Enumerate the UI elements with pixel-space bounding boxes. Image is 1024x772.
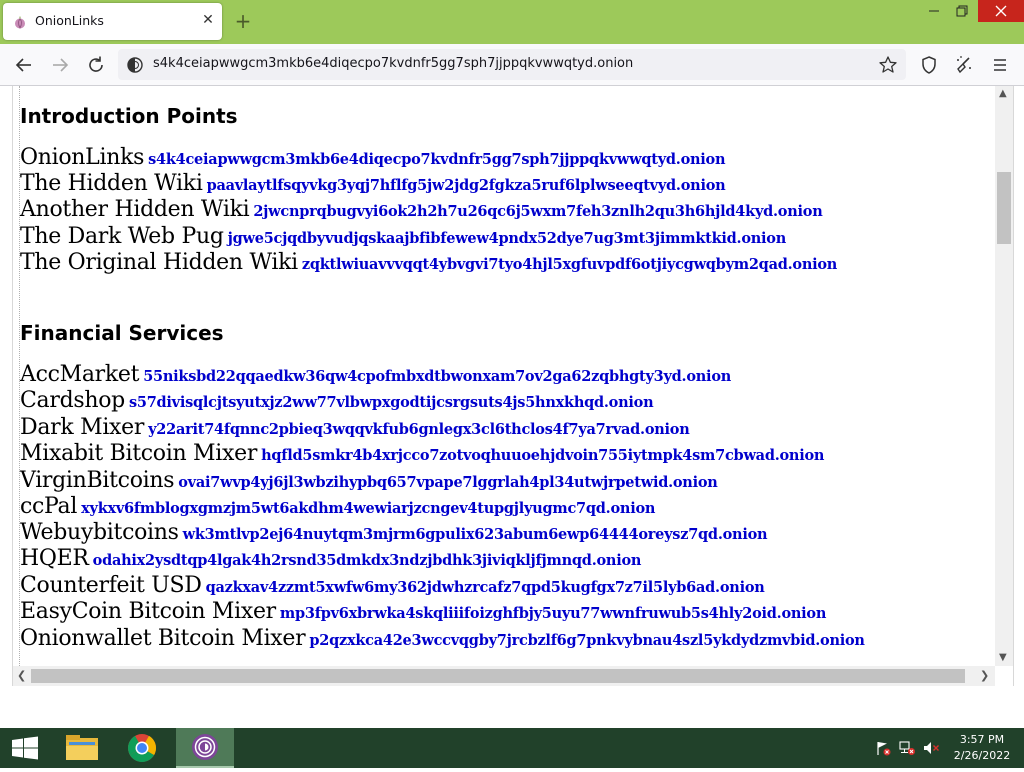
- windows-taskbar: 3:57 PM 2/26/2022: [0, 728, 1024, 768]
- onion-link[interactable]: qazkxav4zzmt5xwfw6my362jdwhzrcafz7qpd5ku…: [206, 579, 765, 596]
- list-item: AccMarket 55niksbd22qqaedkw36qw4cpofmbxdt…: [20, 362, 731, 388]
- onion-link[interactable]: paavlaytlfsqyvkg3yqj7hflfg5jw2jdg2fgkza5…: [207, 177, 726, 194]
- section-heading-financial-services: Financial Services: [20, 321, 224, 345]
- tor-browser-icon[interactable]: [176, 728, 234, 768]
- address-bar[interactable]: s4k4ceiapwwgcm3mkb6e4diqecpo7kvdnfr5gg7s…: [118, 49, 906, 80]
- onion-site-info-icon[interactable]: [127, 57, 143, 73]
- onion-link[interactable]: 55niksbd22qqaedkw36qw4cpofmbxdtbwonxam7o…: [143, 368, 731, 385]
- list-item: Mixabit Bitcoin Mixer hqfld5smkr4b4xrjcco…: [20, 441, 824, 467]
- list-item: Counterfeit USD qazkxav4zzmt5xwfw6my362jd…: [20, 573, 765, 599]
- entry-name: AccMarket: [20, 362, 140, 387]
- entry-name: VirginBitcoins: [20, 468, 175, 493]
- list-item: OnionLinks s4k4ceiapwwgcm3mkb6e4diqecpo7k…: [20, 145, 726, 171]
- list-item: Onionwallet Bitcoin Mixer p2qzxkca42e3wcc…: [20, 626, 865, 652]
- page-viewport: Introduction Points OnionLinks s4k4ceiapw…: [12, 86, 1014, 686]
- volume-muted-icon[interactable]: [922, 740, 940, 756]
- entry-name: Webuybitcoins: [20, 520, 179, 545]
- new-tab-plus-icon[interactable]: +: [232, 10, 254, 32]
- tab-close-icon[interactable]: ✕: [199, 11, 217, 29]
- list-item: Another Hidden Wiki 2jwcnprqbugvyi6ok2h2h…: [20, 197, 823, 223]
- list-item: Webuybitcoins wk3mtlvp2ej64nuytqm3mjrm6gp…: [20, 520, 768, 546]
- clock-date: 2/26/2022: [953, 749, 1011, 762]
- list-item: The Hidden Wiki paavlaytlfsqyvkg3yqj7hflf…: [20, 171, 726, 197]
- navigation-toolbar: s4k4ceiapwwgcm3mkb6e4diqecpo7kvdnfr5gg7s…: [0, 44, 1024, 86]
- list-item: The Original Hidden Wiki zqktlwiuavvvqqt4…: [20, 250, 837, 276]
- list-item: Dark Mixer y22arit74fqnnc2pbieq3wqqvkfub6…: [20, 415, 690, 441]
- back-arrow-icon[interactable]: [12, 53, 36, 77]
- new-identity-broom-icon[interactable]: [952, 53, 976, 77]
- scroll-up-arrow-icon[interactable]: ▲: [999, 88, 1007, 99]
- window-minimize-button[interactable]: [920, 0, 948, 22]
- onion-link[interactable]: jgwe5cjqdbyvudjqskaajbfibfewew4pndx52dye…: [228, 230, 787, 247]
- browser-tab-bar: OnionLinks ✕ +: [0, 0, 1024, 44]
- taskbar-clock[interactable]: 3:57 PM 2/26/2022: [946, 732, 1018, 764]
- onion-link[interactable]: hqfld5smkr4b4xrjcco7zotvoqhuuoehjdvoin75…: [261, 447, 824, 464]
- onion-link[interactable]: p2qzxkca42e3wccvqgby7jrcbzlf6g7pnkvybnau…: [309, 632, 865, 649]
- reload-icon[interactable]: [84, 53, 108, 77]
- chrome-icon[interactable]: [116, 728, 168, 768]
- entry-name: Onionwallet Bitcoin Mixer: [20, 626, 306, 651]
- onion-link[interactable]: odahix2ysdtqp4lgak4h2rsnd35dmkdx3ndzjbdh…: [93, 552, 642, 569]
- window-restore-button[interactable]: [948, 0, 976, 22]
- shield-icon[interactable]: [917, 53, 941, 77]
- scroll-down-arrow-icon[interactable]: ▼: [999, 652, 1007, 663]
- bookmark-star-icon[interactable]: [878, 55, 898, 75]
- file-explorer-icon[interactable]: [56, 728, 108, 768]
- list-item: Cardshop s57divisqlcjtsyutxjz2ww77vlbwpxg…: [20, 388, 654, 414]
- onion-link[interactable]: mp3fpv6xbrwka4skqliiifoizghfbjy5uyu77wwn…: [280, 605, 826, 622]
- section-heading-introduction-points: Introduction Points: [20, 104, 238, 128]
- network-icon[interactable]: [898, 740, 916, 756]
- onion-link[interactable]: ovai7wvp4yj6jl3wbzihypbq657vpape7lggrlah…: [178, 474, 718, 491]
- clock-time: 3:57 PM: [959, 733, 1005, 746]
- vertical-scroll-thumb[interactable]: [997, 172, 1011, 244]
- tab-title: OnionLinks: [35, 13, 104, 28]
- browser-tab-active[interactable]: OnionLinks ✕: [3, 3, 222, 40]
- hamburger-menu-icon[interactable]: [988, 53, 1012, 77]
- list-item: HQER odahix2ysdtqp4lgak4h2rsnd35dmkdx3ndz…: [20, 546, 641, 572]
- empty-window-area: [0, 686, 1024, 728]
- onion-link[interactable]: zqktlwiuavvvqqt4ybvgvi7tyo4hjl5xgfuvpdf6…: [302, 256, 837, 273]
- horizontal-scrollbar[interactable]: ❮ ❯: [13, 666, 995, 686]
- onion-link[interactable]: xykxv6fmblogxgmzjm5wt6akdhm4wewiarjzcnge…: [81, 500, 655, 517]
- list-item: ccPal xykxv6fmblogxgmzjm5wt6akdhm4wewiarj…: [20, 494, 655, 520]
- scroll-left-arrow-icon[interactable]: ❮: [17, 669, 26, 682]
- entry-name: The Dark Web Pug: [20, 224, 224, 249]
- entry-name: Another Hidden Wiki: [20, 197, 250, 222]
- forward-arrow-icon[interactable]: [48, 53, 72, 77]
- entry-name: Dark Mixer: [20, 415, 145, 440]
- onion-link[interactable]: s57divisqlcjtsyutxjz2ww77vlbwpxgodtijcsr…: [129, 394, 654, 411]
- list-item: EasyCoin Bitcoin Mixer mp3fpv6xbrwka4skql…: [20, 599, 826, 625]
- list-item: The Dark Web Pug jgwe5cjqdbyvudjqskaajbfi…: [20, 224, 786, 250]
- entry-name: ccPal: [20, 494, 78, 519]
- onion-link[interactable]: 2jwcnprqbugvyi6ok2h2h7u26qc6j5wxm7feh3zn…: [253, 203, 822, 220]
- action-center-flag-icon[interactable]: [874, 740, 892, 756]
- scroll-right-arrow-icon[interactable]: ❯: [980, 669, 989, 682]
- entry-name: The Hidden Wiki: [20, 171, 203, 196]
- vertical-scrollbar[interactable]: ▲ ▼: [995, 86, 1013, 666]
- url-text[interactable]: s4k4ceiapwwgcm3mkb6e4diqecpo7kvdnfr5gg7s…: [153, 56, 633, 71]
- horizontal-scroll-thumb[interactable]: [31, 669, 965, 683]
- entry-name: Cardshop: [20, 388, 125, 413]
- onion-link[interactable]: wk3mtlvp2ej64nuytqm3mjrm6gpulix623abum6e…: [183, 526, 768, 543]
- entry-name: HQER: [20, 546, 89, 571]
- window-close-button[interactable]: [978, 0, 1024, 22]
- entry-name: The Original Hidden Wiki: [20, 250, 298, 275]
- onion-link[interactable]: y22arit74fqnnc2pbieq3wqqvkfub6gnlegx3cl6…: [148, 421, 690, 438]
- list-item: VirginBitcoins ovai7wvp4yj6jl3wbzihypbq65…: [20, 468, 718, 494]
- entry-name: EasyCoin Bitcoin Mixer: [20, 599, 276, 624]
- windows-start-icon[interactable]: [0, 728, 50, 768]
- entry-name: Mixabit Bitcoin Mixer: [20, 441, 258, 466]
- entry-name: Counterfeit USD: [20, 573, 202, 598]
- onion-favicon-icon: [13, 14, 27, 29]
- entry-name: OnionLinks: [20, 145, 145, 170]
- onion-link[interactable]: s4k4ceiapwwgcm3mkb6e4diqecpo7kvdnfr5gg7s…: [148, 151, 725, 168]
